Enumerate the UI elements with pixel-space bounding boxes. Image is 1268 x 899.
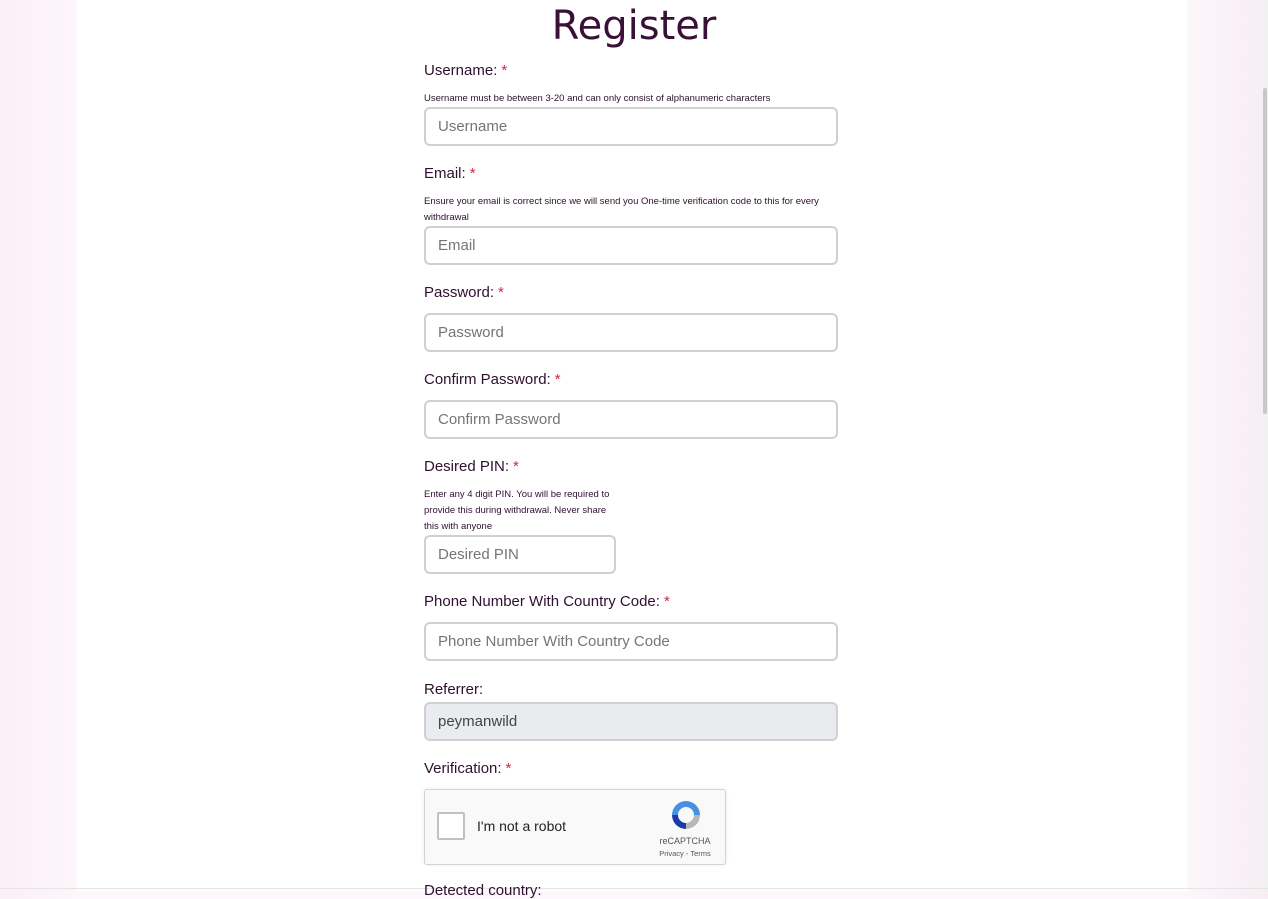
- pin-help-line1: Enter any 4 digit PIN. You will be requi…: [424, 489, 610, 500]
- required-asterisk: *: [469, 165, 476, 182]
- username-label: Username: *: [424, 62, 507, 79]
- pin-label: Desired PIN: *: [424, 458, 519, 475]
- bottom-divider: [0, 888, 1268, 889]
- required-asterisk: *: [554, 371, 561, 388]
- recaptcha-label: I'm not a robot: [477, 818, 567, 834]
- referrer-label-text: Referrer:: [424, 681, 484, 698]
- email-label: Email: *: [424, 165, 476, 182]
- page-title: Register: [551, 3, 717, 49]
- recaptcha-checkbox[interactable]: [437, 812, 465, 840]
- required-asterisk: *: [663, 593, 670, 610]
- referrer-label: Referrer:: [424, 681, 483, 698]
- detected-country-label: Detected country:: [424, 882, 542, 899]
- confirm-password-input[interactable]: [424, 400, 838, 439]
- username-input[interactable]: [424, 107, 838, 146]
- username-help: Username must be between 3-20 and can on…: [424, 93, 771, 104]
- required-asterisk: *: [498, 284, 504, 301]
- scrollbar[interactable]: [1262, 0, 1268, 892]
- required-asterisk: *: [505, 760, 512, 777]
- pin-help: Enter any 4 digit PIN. You will be requi…: [424, 487, 609, 535]
- confirm-password-label: Confirm Password: *: [424, 371, 561, 388]
- scrollbar-thumb[interactable]: [1263, 88, 1267, 414]
- recaptcha-widget: I'm not a robot reCAPTCHA Privacy - Term…: [424, 789, 726, 865]
- phone-label-text: Phone Number With Country Code:: [424, 593, 660, 610]
- recaptcha-logo-icon: [672, 801, 700, 829]
- password-label-text: Password:: [424, 284, 495, 301]
- verification-label-text: Verification:: [424, 760, 502, 777]
- pin-input[interactable]: [424, 535, 616, 574]
- required-asterisk: *: [501, 62, 508, 79]
- phone-input[interactable]: [424, 622, 838, 661]
- email-label-text: Email:: [424, 165, 466, 182]
- email-input[interactable]: [424, 226, 838, 265]
- email-help-line2: withdrawal: [424, 212, 469, 223]
- pin-help-line3: this with anyone: [424, 521, 493, 532]
- recaptcha-brand: reCAPTCHA: [659, 836, 711, 846]
- referrer-input: [424, 702, 838, 741]
- password-label: Password: *: [424, 284, 504, 301]
- pin-label-text: Desired PIN:: [424, 458, 510, 475]
- confirm-password-label-text: Confirm Password:: [424, 371, 551, 388]
- pin-help-line2: provide this during withdrawal. Never sh…: [424, 505, 607, 516]
- username-label-text: Username:: [424, 62, 498, 79]
- recaptcha-links[interactable]: Privacy - Terms: [645, 849, 725, 858]
- password-input[interactable]: [424, 313, 838, 352]
- required-asterisk: *: [513, 458, 519, 475]
- email-help: Ensure your email is correct since we wi…: [424, 194, 819, 226]
- verification-label: Verification: *: [424, 760, 511, 777]
- phone-label: Phone Number With Country Code: *: [424, 593, 670, 610]
- email-help-line1: Ensure your email is correct since we wi…: [424, 196, 819, 207]
